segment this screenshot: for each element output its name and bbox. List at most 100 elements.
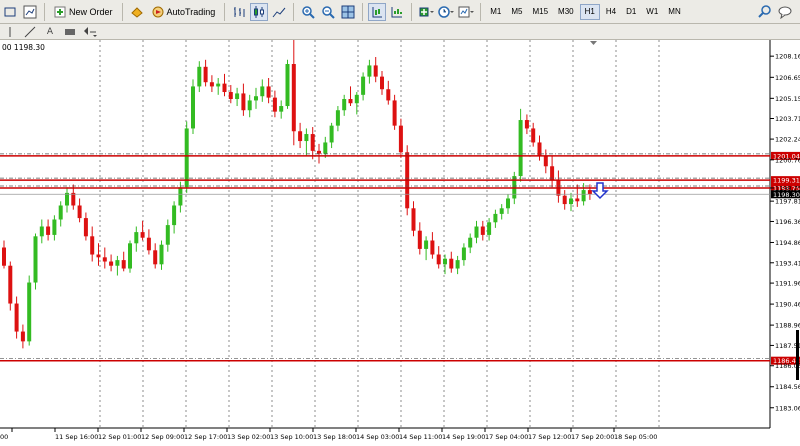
timeframe-mn[interactable]: MN (664, 4, 684, 20)
autotrading-button[interactable]: AutoTrading (148, 3, 220, 21)
bar-chart-button[interactable] (230, 3, 248, 21)
candle-body (587, 190, 592, 195)
candle-body (411, 208, 416, 231)
candle-body (298, 131, 303, 142)
time-tick-label: 11 Sep 16:00 (55, 433, 98, 441)
candle-body (430, 240, 435, 255)
candle-body (241, 93, 246, 111)
clock-icon (438, 5, 455, 18)
timeframe-m1[interactable]: M1 (486, 4, 505, 20)
candle-body (461, 247, 466, 261)
tile-windows-button[interactable] (339, 3, 357, 21)
candle-body (128, 243, 132, 269)
candle-body (417, 230, 422, 249)
candle-body (260, 86, 265, 97)
candle-body (83, 218, 88, 237)
crosshair-tool[interactable] (2, 25, 18, 39)
candle-body (581, 190, 586, 202)
line-chart-button[interactable] (270, 3, 288, 21)
candle-body (398, 125, 403, 153)
auto-scroll-icon (391, 6, 403, 17)
price-chart[interactable]: 1201.041199.311198.751186.421198.30 1208… (0, 38, 800, 444)
candle-body (121, 260, 126, 269)
toolbar-separator (224, 2, 226, 21)
level-price-label: 1199.31 (773, 177, 800, 185)
price-tick-label: 1183.06 (775, 404, 800, 412)
candle-body (109, 261, 114, 266)
candle-body (480, 226, 485, 235)
candle-body (20, 331, 25, 342)
search-button[interactable] (756, 3, 774, 21)
candle-body (90, 236, 95, 255)
timeframe-d1[interactable]: D1 (622, 4, 640, 20)
candle-body (386, 89, 391, 101)
indicators-button[interactable] (417, 3, 435, 21)
candle-body (291, 64, 296, 132)
trendline-icon (24, 26, 36, 37)
timeframe-h4[interactable]: H4 (602, 4, 620, 20)
price-tick-label: 1190.46 (775, 301, 800, 309)
text-tool[interactable]: A (42, 25, 58, 39)
candle-body (518, 120, 523, 177)
candle-body (77, 205, 82, 219)
candle-body (146, 237, 151, 251)
candle-body (569, 198, 573, 205)
timeframe-h1[interactable]: H1 (579, 3, 600, 20)
candle-body (543, 156, 548, 167)
new-order-button[interactable]: New Order (50, 3, 117, 21)
drawing-toolbar: A (0, 24, 800, 40)
candle-body (443, 258, 447, 265)
candle-body (380, 76, 384, 90)
candle-body (71, 192, 76, 206)
candle-body (216, 83, 221, 87)
price-tick-label: 1194.86 (775, 239, 800, 247)
candle-body (468, 237, 473, 248)
chat-button[interactable] (776, 3, 794, 21)
price-tick-label: 1202.24 (775, 136, 800, 144)
candle-body (254, 96, 258, 101)
time-tick-label: 13 Sep 10:00 (270, 433, 313, 441)
expert-advisor-icon (130, 6, 143, 18)
indicators-icon (419, 7, 435, 16)
auto-scroll-button[interactable] (388, 3, 406, 21)
line-chart-icon (272, 7, 286, 17)
candle (285, 59, 290, 109)
market-watch-button[interactable] (21, 3, 39, 21)
candle-body (52, 219, 57, 235)
autotrading-label: AutoTrading (166, 6, 216, 17)
template-icon (458, 6, 475, 17)
trendline-tool[interactable] (22, 25, 38, 39)
timeframe-m5[interactable]: M5 (507, 4, 526, 20)
candle-body (209, 82, 214, 87)
candle-body (317, 150, 321, 154)
price-tick-label: 1206.65 (775, 74, 800, 82)
text-label-icon (65, 28, 75, 35)
chart-shift-button[interactable] (368, 2, 387, 21)
arrows-tool[interactable] (82, 25, 98, 39)
price-tick-label: 1196.36 (775, 218, 800, 226)
candle-body (285, 64, 290, 107)
zoom-out-button[interactable] (319, 3, 337, 21)
profiles-button[interactable] (1, 3, 19, 21)
price-scale-handle[interactable] (796, 330, 799, 380)
time-tick-label: 18 Sep 05:00 (614, 433, 657, 441)
time-tick-label: 13 Sep 18:00 (313, 433, 356, 441)
candle (8, 261, 13, 311)
templates-button[interactable] (457, 3, 475, 21)
candlestick-button[interactable] (250, 2, 269, 21)
timeframe-w1[interactable]: W1 (642, 4, 662, 20)
candle (184, 121, 189, 193)
candle (128, 240, 132, 273)
timeframe-m15[interactable]: M15 (528, 4, 552, 20)
zoom-in-button[interactable] (299, 3, 317, 21)
chart-area[interactable]: 1201.04 1199.31 1198.75 1186.42 1198.30 1208… (0, 38, 800, 444)
candle-body (191, 86, 195, 129)
chat-icon (778, 6, 792, 19)
candle-body (8, 265, 13, 304)
expert-advisor-button[interactable] (128, 3, 146, 21)
label-tool[interactable] (62, 25, 78, 39)
candle-body (531, 128, 536, 143)
timeframe-m30[interactable]: M30 (554, 4, 578, 20)
periods-button[interactable] (437, 3, 455, 21)
window-icon (4, 7, 16, 16)
